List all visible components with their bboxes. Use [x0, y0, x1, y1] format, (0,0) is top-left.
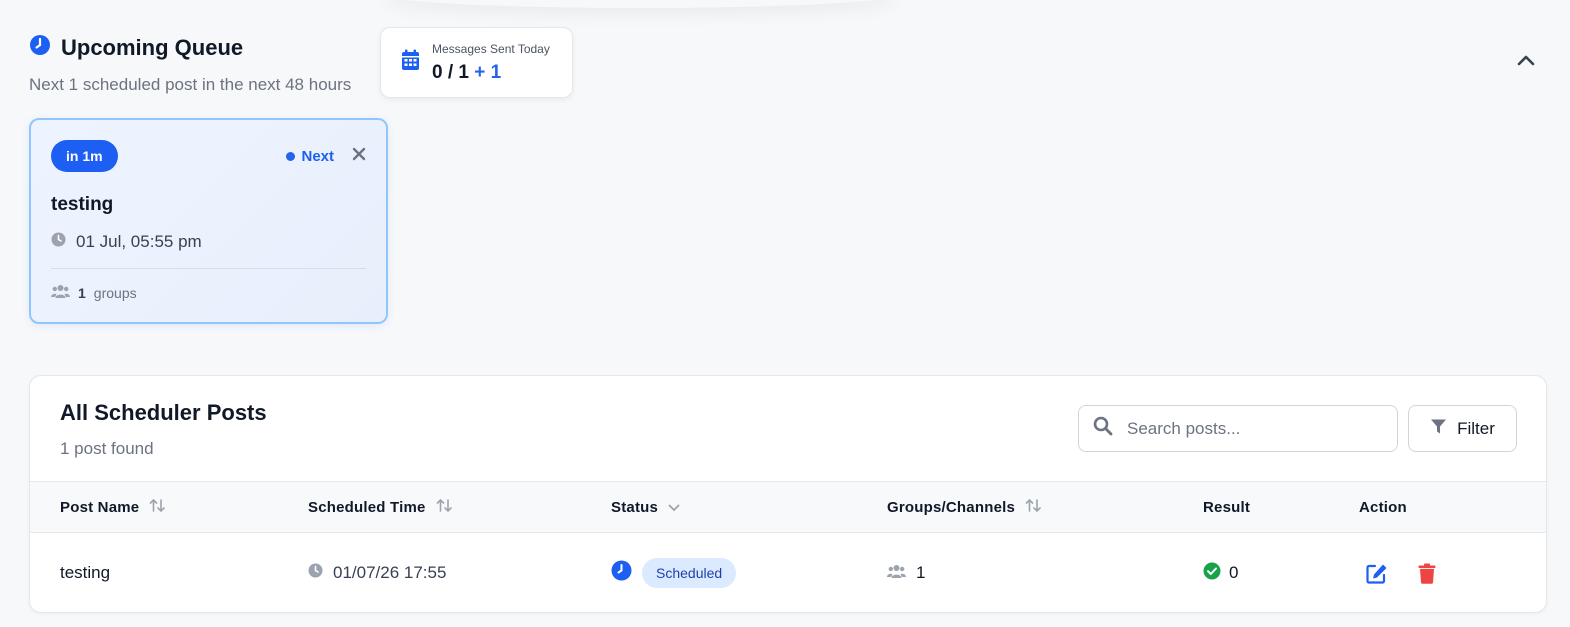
status-badge: Scheduled [642, 558, 737, 588]
post-name: testing [60, 563, 111, 582]
queue-header: Upcoming Queue Next 1 scheduled post in … [29, 34, 351, 95]
search-icon [1093, 416, 1113, 441]
panel-title: All Scheduler Posts [60, 400, 267, 425]
groups-label: groups [93, 284, 137, 301]
next-label: Next [301, 147, 334, 165]
column-scheduled-time[interactable]: Scheduled Time [308, 482, 453, 532]
column-label: Action [1359, 498, 1407, 516]
result-cell: 0 [1203, 533, 1239, 612]
scheduled-time: 01/07/26 17:55 [333, 563, 447, 582]
stat-plus: + 1 [474, 61, 502, 83]
scheduled-cell: 01/07/26 17:55 [308, 533, 447, 612]
groups-count: 1 [916, 563, 926, 582]
clock-icon [308, 563, 323, 583]
result-value: 0 [1229, 563, 1239, 582]
post-name-cell: testing [60, 533, 111, 612]
edit-icon[interactable] [1364, 560, 1390, 586]
next-badge: Next [286, 148, 334, 165]
check-circle-icon [1203, 562, 1221, 585]
groups-cell: 1 [887, 533, 926, 612]
table-row[interactable]: testing 01/07/26 17:55 Scheduled 1 0 [30, 533, 1546, 612]
column-label: Post Name [60, 498, 140, 516]
stat-count: 0 / 1 [432, 61, 469, 83]
groups-count: 1 [78, 284, 86, 301]
column-groups[interactable]: Groups/Channels [887, 482, 1042, 532]
column-label: Status [611, 498, 659, 516]
clock-icon [29, 34, 51, 61]
users-icon [887, 563, 906, 583]
queue-item-card[interactable]: in 1m Next testing 01 Jul, 05:55 pm 1 gr… [29, 118, 388, 324]
queue-item-time: 01 Jul, 05:55 pm [51, 232, 366, 252]
posts-panel: All Scheduler Posts 1 post found Filter … [29, 375, 1547, 613]
close-icon[interactable] [352, 147, 366, 166]
post-count: 1 post found [60, 439, 154, 458]
sort-icon[interactable] [149, 498, 166, 517]
status-cell: Scheduled [611, 533, 737, 612]
filter-icon [1430, 418, 1447, 440]
action-cell [1364, 533, 1440, 612]
clock-icon [51, 232, 66, 252]
filter-button[interactable]: Filter [1408, 405, 1517, 452]
filter-label: Filter [1457, 418, 1495, 438]
column-label: Scheduled Time [308, 498, 426, 516]
search-box[interactable] [1078, 405, 1398, 452]
clock-icon [611, 560, 632, 586]
users-icon [51, 284, 70, 301]
queue-item-time-text: 01 Jul, 05:55 pm [76, 232, 202, 251]
top-shadow [380, 0, 900, 8]
stat-value: 0 / 1 + 1 [432, 62, 550, 84]
queue-subtitle: Next 1 scheduled post in the next 48 hou… [29, 75, 352, 94]
queue-item-groups: 1 groups [51, 284, 366, 301]
stat-label: Messages Sent Today [432, 41, 550, 56]
trash-icon[interactable] [1414, 560, 1440, 586]
column-label: Result [1203, 498, 1251, 516]
column-status[interactable]: Status [611, 482, 680, 532]
column-result: Result [1203, 482, 1250, 532]
next-dot-icon [286, 151, 296, 161]
chevron-up-icon [1517, 53, 1535, 71]
search-input[interactable] [1127, 418, 1367, 439]
table-header: Post Name Scheduled Time Status Groups/C… [30, 481, 1546, 533]
calendar-icon [401, 49, 420, 76]
chevron-down-icon[interactable] [668, 499, 680, 516]
queue-item-title: testing [51, 194, 114, 215]
queue-title: Upcoming Queue [61, 34, 244, 60]
column-action: Action [1359, 482, 1407, 532]
collapse-button[interactable] [1512, 50, 1540, 74]
sort-icon[interactable] [1025, 498, 1042, 517]
card-divider [51, 268, 366, 269]
sort-icon[interactable] [436, 498, 453, 517]
column-label: Groups/Channels [887, 498, 1016, 516]
column-post-name[interactable]: Post Name [60, 482, 166, 532]
eta-badge: in 1m [51, 140, 118, 172]
messages-sent-card: Messages Sent Today 0 / 1 + 1 [380, 27, 573, 98]
